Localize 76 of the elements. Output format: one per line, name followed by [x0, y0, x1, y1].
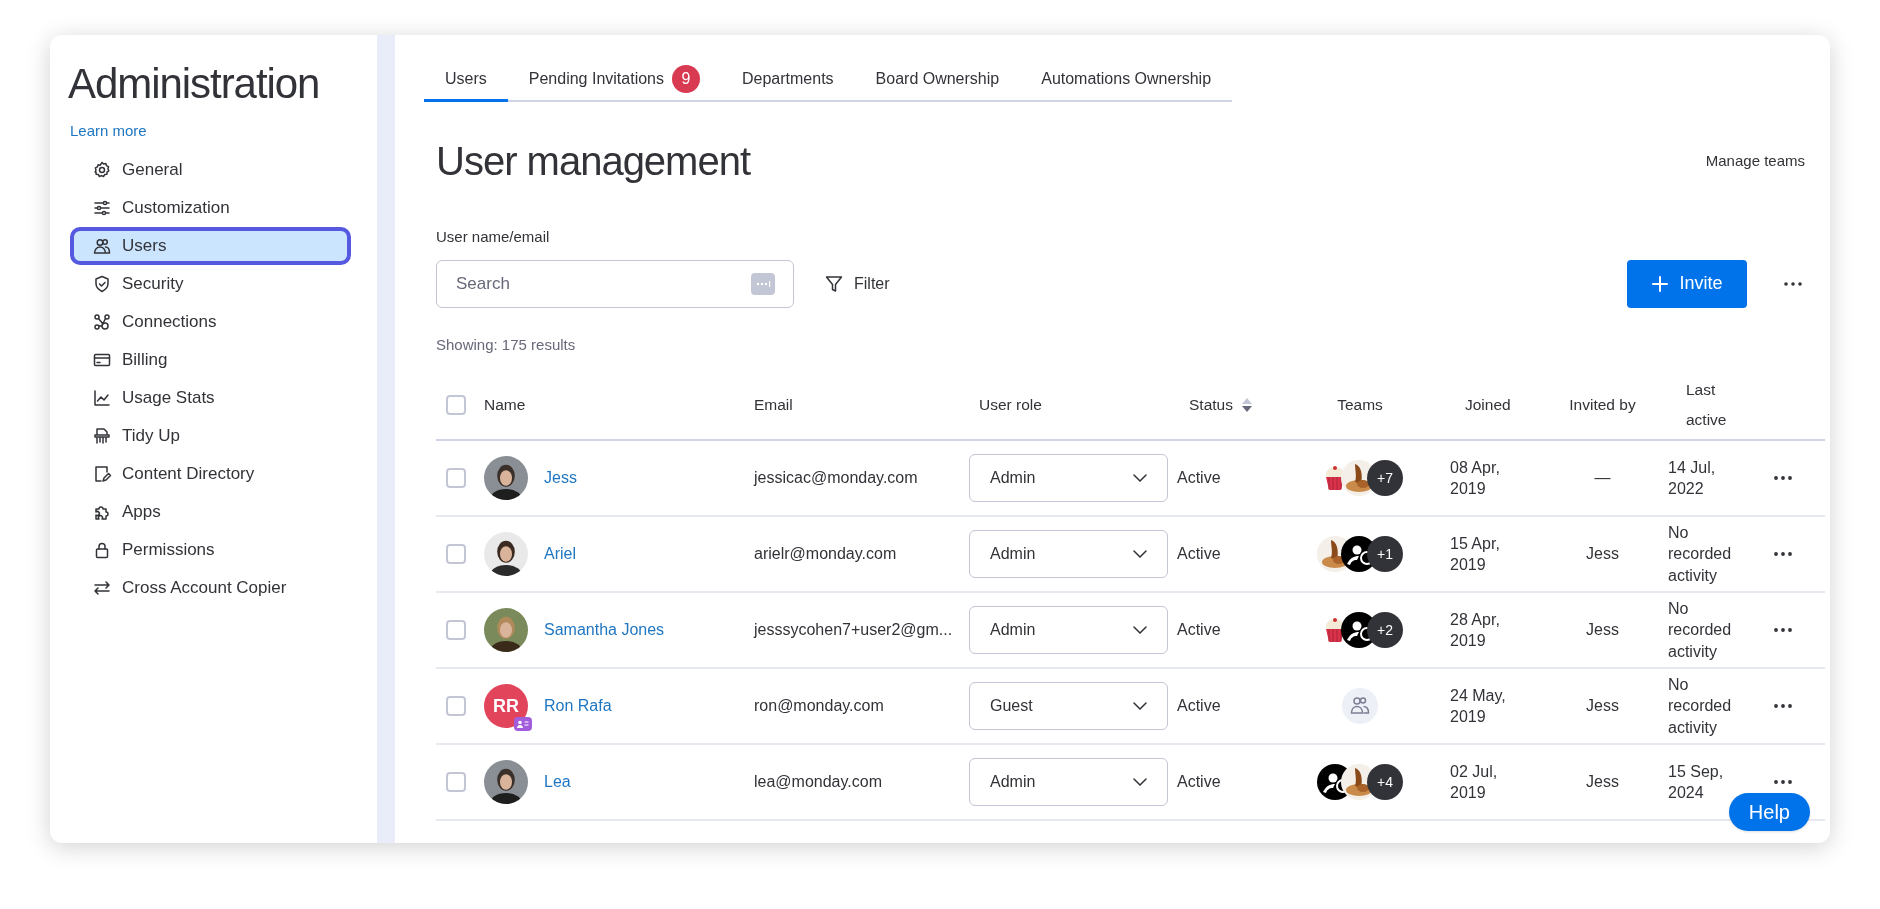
- more-teams-count: +4: [1367, 764, 1403, 800]
- column-header: Invited by: [1569, 395, 1636, 416]
- joined-date: 15 Apr, 2019: [1450, 534, 1501, 575]
- column-header: Joined: [1465, 395, 1511, 416]
- tab[interactable]: Departments: [721, 58, 855, 102]
- email: jesssycohen7+user2@gm...: [754, 620, 953, 640]
- last-active: 14 Jul, 2022: [1668, 457, 1717, 499]
- joined-date: 28 Apr, 2019: [1450, 610, 1501, 651]
- sidebar-item[interactable]: Billing: [70, 340, 351, 379]
- help-button[interactable]: Help: [1728, 793, 1810, 831]
- column-header: Last active: [1686, 380, 1728, 430]
- invited-by: Jess: [1586, 544, 1619, 564]
- email: jessicac@monday.com: [754, 468, 918, 488]
- user-name-link[interactable]: Lea: [544, 770, 571, 794]
- count-badge: 9: [672, 64, 700, 93]
- invited-by: —: [1594, 468, 1611, 488]
- role-dropdown[interactable]: Guest: [969, 682, 1168, 730]
- joined-date: 24 May, 2019: [1450, 686, 1507, 727]
- last-active: 15 Sep, 2024: [1668, 761, 1725, 803]
- sidebar-item[interactable]: Usage Stats: [70, 378, 351, 417]
- email: ron@monday.com: [754, 696, 884, 716]
- sidebar-item[interactable]: Connections: [70, 302, 351, 341]
- role-dropdown[interactable]: Admin: [969, 530, 1168, 578]
- invited-by: Jess: [1586, 696, 1619, 716]
- avatar: RR: [484, 684, 528, 728]
- page-heading: User management: [436, 138, 751, 185]
- sidebar-item[interactable]: Cross Account Copier: [70, 568, 351, 607]
- more-teams-count: +1: [1367, 536, 1403, 572]
- invited-by: Jess: [1586, 772, 1619, 792]
- tab[interactable]: Automations Ownership: [1020, 58, 1233, 102]
- email: arielr@monday.com: [754, 544, 897, 564]
- joined-date: 08 Apr, 2019: [1450, 458, 1501, 499]
- column-header: Email: [754, 395, 793, 416]
- sidebar-item[interactable]: Permissions: [70, 530, 351, 569]
- status-text: Active: [1177, 772, 1221, 792]
- role-dropdown[interactable]: Admin: [969, 758, 1168, 806]
- role-dropdown[interactable]: Admin: [969, 454, 1168, 502]
- column-header: Name: [484, 395, 526, 416]
- user-name-link[interactable]: Samantha Jones: [544, 618, 665, 642]
- email: lea@monday.com: [754, 772, 882, 792]
- column-header: User role: [979, 395, 1042, 416]
- invite-button[interactable]: Invite: [1627, 259, 1747, 308]
- status-text: Active: [1177, 468, 1221, 488]
- search-field[interactable]: Search: [436, 259, 794, 308]
- status-text: Active: [1177, 544, 1221, 564]
- user-name-link[interactable]: Ariel: [544, 542, 576, 566]
- tab[interactable]: Pending Invitations 9: [507, 58, 721, 102]
- role-dropdown[interactable]: Admin: [969, 606, 1168, 654]
- more-teams-count: +2: [1367, 612, 1403, 648]
- sidebar-item[interactable]: Security: [70, 264, 351, 303]
- last-active: No recorded activity: [1668, 522, 1733, 586]
- last-active: No recorded activity: [1668, 598, 1733, 662]
- page-title: Administration: [68, 59, 321, 109]
- manage-teams-link[interactable]: Manage teams: [1705, 149, 1805, 173]
- field-label: User name/email: [436, 227, 551, 247]
- status-text: Active: [1177, 696, 1221, 716]
- tab[interactable]: Board Ownership: [854, 58, 1021, 102]
- user-name-link[interactable]: Ron Rafa: [544, 694, 612, 718]
- column-header: Status: [1189, 395, 1233, 416]
- user-name-link[interactable]: Jess: [544, 466, 577, 490]
- joined-date: 02 Jul, 2019: [1450, 762, 1499, 803]
- results-count: Showing: 175 results: [436, 334, 577, 355]
- sidebar-item[interactable]: Content Directory: [70, 454, 351, 493]
- column-header: Teams: [1337, 395, 1383, 416]
- more-teams-count: +7: [1367, 460, 1403, 496]
- invited-by: Jess: [1586, 620, 1619, 640]
- learn-more-link[interactable]: Learn more: [70, 120, 147, 143]
- status-text: Active: [1177, 620, 1221, 640]
- filter-button[interactable]: Filter: [824, 263, 890, 304]
- sidebar-item[interactable]: Apps: [70, 492, 351, 531]
- sidebar-item[interactable]: Customization: [70, 188, 351, 227]
- last-active: No recorded activity: [1668, 674, 1733, 738]
- tab[interactable]: Users: [424, 58, 508, 102]
- sidebar-item[interactable]: General: [70, 150, 351, 189]
- sidebar-item[interactable]: Users: [70, 226, 351, 265]
- sidebar-item[interactable]: Tidy Up: [70, 416, 351, 455]
